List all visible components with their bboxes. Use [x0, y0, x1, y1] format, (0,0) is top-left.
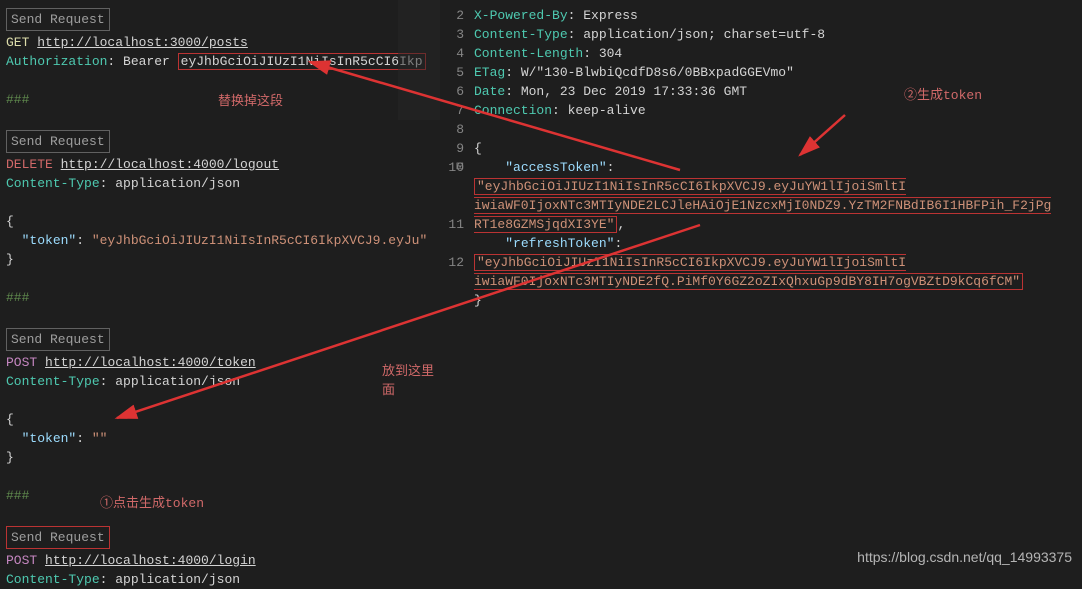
request-line-1: GET http://localhost:3000/posts	[6, 33, 434, 52]
send-request-button-2[interactable]: Send Request	[6, 130, 110, 153]
access-token-value: "eyJhbGciOiJIUzI1NiIsInR5cCI6IkpXVCJ9.ey…	[474, 178, 1051, 233]
line-gutter: 2 3 4 5 6 7 8 9 ⊟ 10 11 12	[440, 6, 474, 565]
right-response-pane: 2 3 4 5 6 7 8 9 ⊟ 10 11 12 X-Powered-By:…	[440, 0, 1082, 571]
separator: ###	[6, 92, 29, 107]
method-get: GET	[6, 35, 29, 50]
url-login: http://localhost:4000/login	[45, 553, 256, 568]
refresh-token-line: "refreshToken": "eyJhbGciOiJIUzI1NiIsInR…	[474, 234, 1054, 291]
method-post: POST	[6, 355, 37, 370]
access-token-line: "accessToken": "eyJhbGciOiJIUzI1NiIsInR5…	[474, 158, 1054, 234]
json-open: {	[6, 212, 434, 231]
send-request-button-3[interactable]: Send Request	[6, 328, 110, 351]
request-line-4: POST http://localhost:4000/login	[6, 551, 434, 570]
bearer-token-box: eyJhbGciOiJIUzI1NiIsInR5cCI6Ikp	[178, 53, 426, 70]
request-line-2: DELETE http://localhost:4000/logout	[6, 155, 434, 174]
send-request-button-4[interactable]: Send Request	[6, 526, 110, 549]
response-code: X-Powered-By: Express Content-Type: appl…	[474, 6, 1082, 565]
request-line-3: POST http://localhost:4000/token	[6, 353, 434, 372]
url-logout: http://localhost:4000/logout	[61, 157, 279, 172]
watermark: https://blog.csdn.net/qq_14993375	[857, 549, 1072, 565]
auth-header-line: Authorization: Bearer eyJhbGciOiJIUzI1Ni…	[6, 52, 434, 71]
left-editor-pane: Send Request GET http://localhost:3000/p…	[0, 0, 440, 571]
annotation-replace: 替换掉这段	[218, 92, 283, 111]
refresh-token-value: "eyJhbGciOiJIUzI1NiIsInR5cCI6IkpXVCJ9.ey…	[474, 254, 1023, 290]
json-open: {	[474, 139, 1082, 158]
json-close: }	[6, 250, 434, 269]
annotation-gen-token: ②生成token	[904, 86, 982, 105]
url-posts: http://localhost:3000/posts	[37, 35, 248, 50]
method-delete: DELETE	[6, 157, 53, 172]
url-token: http://localhost:4000/token	[45, 355, 256, 370]
annotation-put-here: 放到这里面	[382, 362, 440, 400]
json-close: }	[474, 291, 1082, 310]
token-body: "token": ""	[6, 429, 434, 448]
annotation-click-gen: ①点击生成token	[100, 494, 204, 513]
send-request-button-1[interactable]: Send Request	[6, 8, 110, 31]
minimap	[398, 0, 440, 120]
logout-body: "token": "eyJhbGciOiJIUzI1NiIsInR5cCI6Ik…	[6, 231, 434, 250]
